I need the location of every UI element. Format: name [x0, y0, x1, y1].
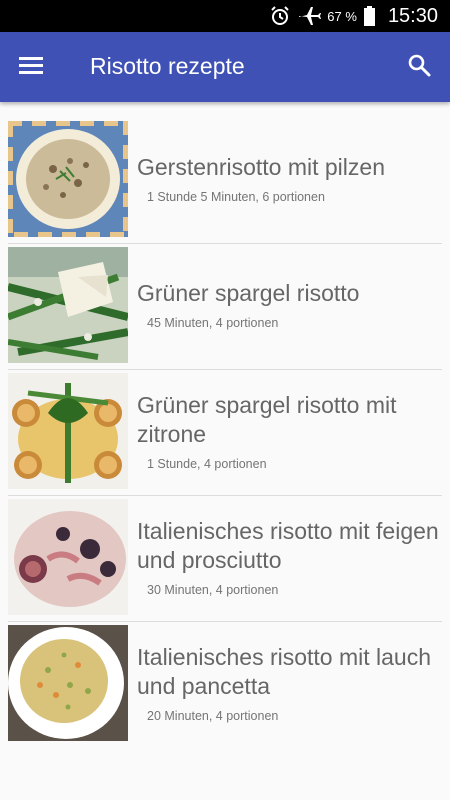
clock: 15:30: [387, 4, 438, 27]
recipe-list: Gerstenrisotto mit pilzen 1 Stunde 5 Min…: [0, 118, 450, 748]
menu-button[interactable]: [14, 50, 48, 84]
recipe-name: Italienisches risotto mit feigen und pro…: [137, 517, 439, 573]
recipe-name: Grüner spargel risotto: [137, 280, 360, 306]
battery-icon: [363, 5, 376, 27]
recipe-thumbnail: [8, 499, 128, 615]
recipe-meta: 1 Stunde 5 Minuten, 6 portionen: [147, 190, 325, 204]
status-icons: 67 % 15:30: [269, 4, 438, 28]
recipe-name: Grüner spargel risotto mit zitrone: [137, 391, 397, 447]
battery-percent: 67 %: [327, 8, 357, 24]
recipe-meta: 1 Stunde, 4 portionen: [147, 456, 267, 471]
recipe-thumbnail: [8, 625, 128, 741]
recipe-list-item[interactable]: Gerstenrisotto mit pilzen 1 Stunde 5 Min…: [0, 118, 450, 244]
search-icon: [407, 53, 431, 82]
status-bar: 67 % 15:30: [0, 0, 450, 32]
recipe-list-item[interactable]: Italienisches risotto mit lauch und panc…: [0, 622, 450, 748]
recipe-meta: 20 Minuten, 4 portionen: [147, 708, 279, 723]
recipe-list-item[interactable]: Italienisches risotto mit feigen und pro…: [0, 496, 450, 622]
alarm-icon: [269, 5, 291, 27]
recipe-list-item[interactable]: Grüner spargel risotto 45 Minuten, 4 por…: [0, 244, 450, 370]
recipe-list-item[interactable]: Grüner spargel risotto mit zitrone 1 Stu…: [0, 370, 450, 496]
recipe-thumbnail: [8, 373, 128, 489]
recipe-meta: 30 Minuten, 4 portionen: [147, 582, 279, 597]
recipe-thumbnail: [8, 121, 128, 237]
recipe-name: Italienisches risotto mit lauch und panc…: [137, 643, 432, 699]
search-button[interactable]: [402, 50, 436, 84]
hamburger-menu-icon: [19, 55, 43, 80]
page-title: Risotto rezepte: [90, 53, 245, 79]
app-bar: Risotto rezepte: [0, 32, 450, 102]
airplane-mode-icon: [297, 5, 322, 27]
recipe-name: Gerstenrisotto mit pilzen: [137, 154, 385, 180]
recipe-thumbnail: [8, 247, 128, 363]
recipe-meta: 45 Minuten, 4 portionen: [147, 316, 279, 330]
